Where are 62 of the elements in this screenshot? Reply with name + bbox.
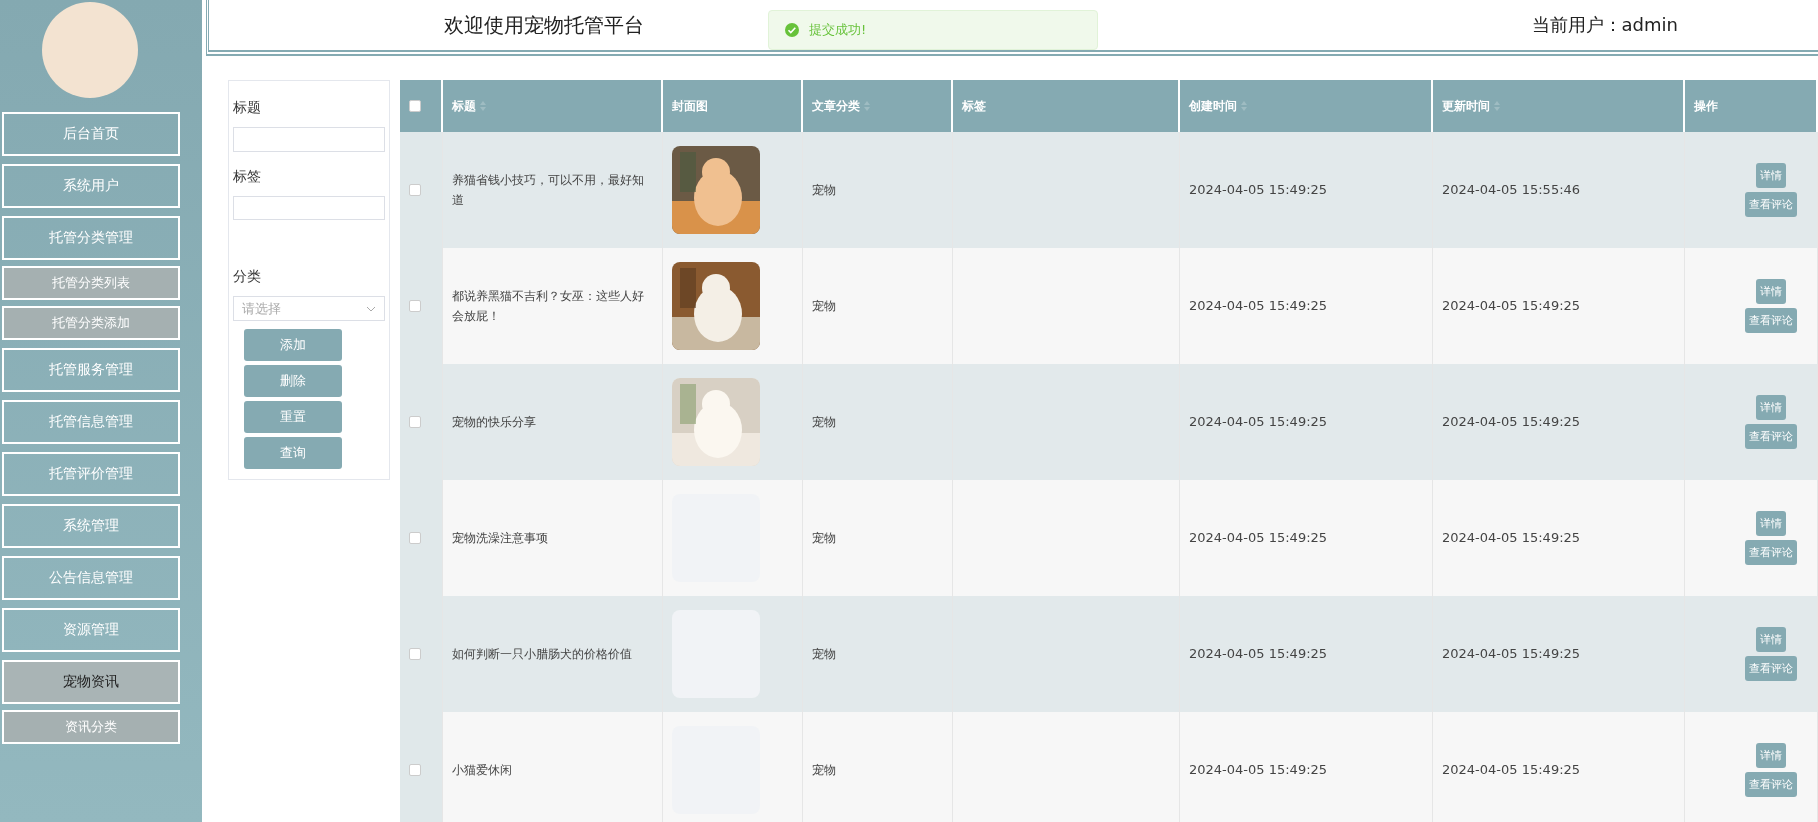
column-header[interactable]: 文章分类: [803, 80, 953, 132]
column-header[interactable]: 创建时间: [1180, 80, 1433, 132]
chevron-down-icon: [366, 305, 376, 312]
filter-button[interactable]: 查询: [244, 437, 342, 470]
sidebar-item[interactable]: 公告信息管理: [2, 556, 180, 600]
filter-button[interactable]: 删除: [244, 364, 342, 397]
filter-button[interactable]: 重置: [244, 400, 342, 433]
column-header[interactable]: 更新时间: [1433, 80, 1685, 132]
filter-button[interactable]: 添加: [244, 328, 342, 361]
table-cell: 宠物: [803, 712, 953, 822]
action-button[interactable]: 详情: [1756, 511, 1786, 536]
sort-icon: [1241, 101, 1247, 111]
sidebar-item[interactable]: 宠物资讯: [2, 660, 180, 704]
sidebar-item[interactable]: 资讯分类: [2, 710, 180, 744]
sidebar-item[interactable]: 托管分类管理: [2, 216, 180, 260]
row-checkbox[interactable]: [409, 764, 421, 776]
select-all-checkbox[interactable]: [409, 100, 421, 112]
action-button[interactable]: 查看评论: [1745, 656, 1797, 681]
action-button[interactable]: 详情: [1756, 743, 1786, 768]
toast-message: 提交成功!: [809, 21, 867, 39]
sidebar-item[interactable]: 托管信息管理: [2, 400, 180, 444]
table-cell: 2024-04-05 15:49:25: [1180, 712, 1433, 822]
action-button[interactable]: 查看评论: [1745, 192, 1797, 217]
success-icon: [785, 23, 799, 37]
sidebar-item[interactable]: 托管评价管理: [2, 452, 180, 496]
column-header[interactable]: 封面图: [663, 80, 803, 132]
sidebar-item[interactable]: 托管服务管理: [2, 348, 180, 392]
action-button[interactable]: 查看评论: [1745, 424, 1797, 449]
table-cell: 小猫爱休闲: [443, 712, 663, 822]
field-label: 标签: [233, 167, 262, 186]
sidebar-item[interactable]: 托管分类添加: [2, 306, 180, 340]
site-title: 欢迎使用宠物托管平台: [444, 11, 644, 39]
sort-icon: [864, 101, 870, 111]
column-header[interactable]: 标题: [443, 80, 663, 132]
sort-icon: [480, 101, 486, 111]
column-header[interactable]: 标签: [953, 80, 1180, 132]
sidebar-item[interactable]: 托管分类列表: [2, 266, 180, 300]
row-checkbox[interactable]: [409, 648, 421, 660]
table-cell: 2024-04-05 15:49:25: [1433, 712, 1685, 822]
category-select[interactable]: 请选择: [233, 296, 385, 321]
action-button[interactable]: 详情: [1756, 395, 1786, 420]
input-field[interactable]: [233, 195, 385, 221]
sidebar-item[interactable]: 系统管理: [2, 504, 180, 548]
current-user: 当前用户：admin: [1531, 13, 1678, 37]
row-checkbox[interactable]: [409, 532, 421, 544]
action-button[interactable]: 详情: [1756, 627, 1786, 652]
action-button[interactable]: 查看评论: [1745, 308, 1797, 333]
action-button[interactable]: 查看评论: [1745, 772, 1797, 797]
field-label: 标题: [233, 99, 262, 117]
field-label: 分类: [233, 268, 262, 287]
column-header[interactable]: 操作: [1685, 80, 1818, 132]
sidebar-item[interactable]: 系统用户: [2, 164, 180, 208]
action-button[interactable]: 详情: [1756, 163, 1786, 188]
row-checkbox[interactable]: [409, 184, 421, 196]
row-checkbox[interactable]: [409, 300, 421, 312]
sort-icon: [1494, 101, 1500, 111]
sidebar-item[interactable]: 后台首页: [2, 112, 180, 156]
row-checkbox[interactable]: [409, 416, 421, 428]
action-button[interactable]: 查看评论: [1745, 540, 1797, 565]
action-button[interactable]: 详情: [1756, 279, 1786, 304]
sidebar-item[interactable]: 资源管理: [2, 608, 180, 652]
input-field[interactable]: [233, 127, 385, 152]
